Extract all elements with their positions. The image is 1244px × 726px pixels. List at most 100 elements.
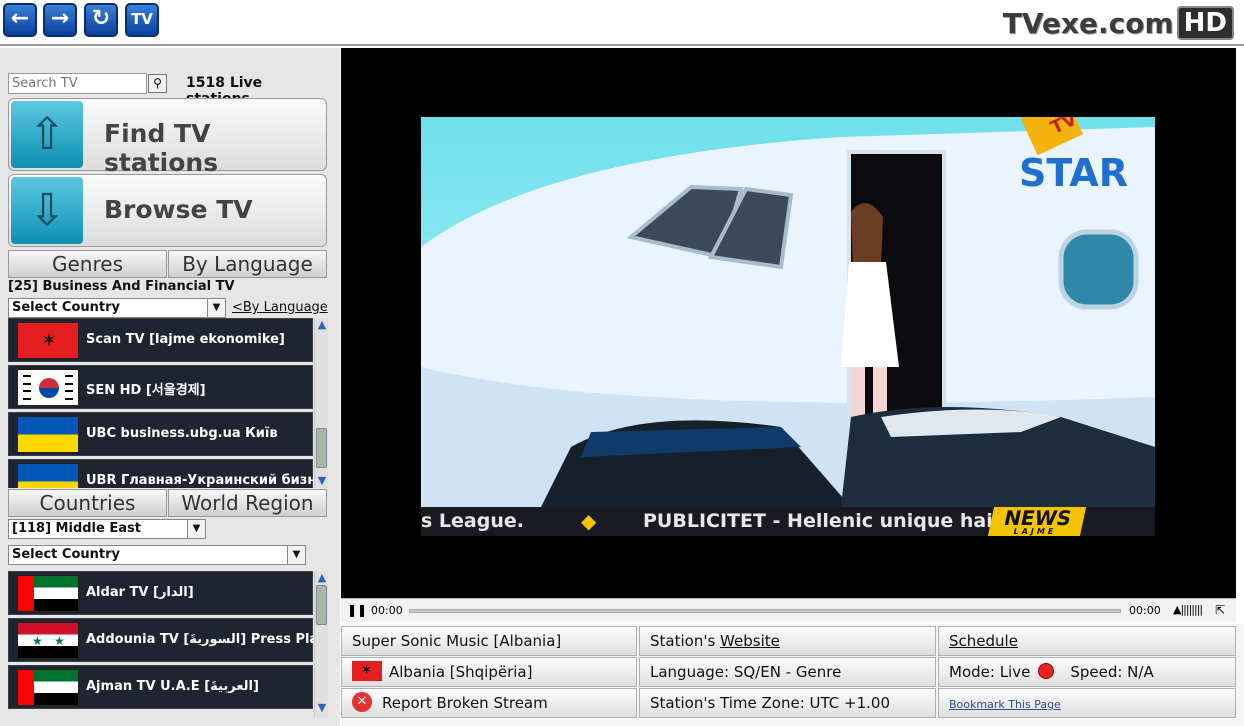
genre-country-select[interactable]: Select Country ▼	[8, 298, 226, 318]
tab-world-region[interactable]: World Region	[168, 489, 327, 517]
report-broken-stream-button[interactable]: ✕ Report Broken Stream	[341, 688, 637, 718]
channel-logo-text: STAR	[1019, 151, 1129, 195]
list-item[interactable]: ✶ Scan TV [lajme ekonomike]	[8, 318, 313, 362]
timezone-cell: Station's Time Zone: UTC +1.00	[639, 688, 936, 718]
station-name: SEN HD [서울경제]	[86, 383, 206, 398]
schedule-cell[interactable]: Schedule	[938, 626, 1236, 656]
fullscreen-icon[interactable]: ⇱	[1215, 603, 1225, 617]
video-player[interactable]: TV STAR s League. ◆ PUBLICITET - Helleni…	[341, 48, 1236, 598]
browse-tv-label: Browse TV	[104, 195, 253, 224]
albania-flag-icon: ✶	[352, 661, 382, 681]
mode-cell: Mode: Live Speed: N/A	[938, 657, 1236, 687]
chevron-down-icon: ▼	[207, 299, 225, 317]
genre-filter-label: [25] Business And Financial TV	[8, 279, 235, 294]
by-language-link[interactable]: <By Language	[232, 300, 328, 315]
left-panel: ⚲ 1518 Live stations ⇧ Find TV stations …	[0, 48, 340, 726]
search-input[interactable]	[8, 73, 147, 94]
news-ticker: s League. ◆ PUBLICITET - Hellenic unique…	[421, 507, 1155, 536]
find-tv-stations-label: Find TV stations	[104, 119, 219, 177]
bookmark-cell[interactable]: Bookmark This Page	[938, 688, 1236, 718]
website-prefix: Station's	[650, 632, 721, 650]
scroll-up-icon[interactable]: ▲	[315, 318, 328, 332]
ticker-text-right: PUBLICITET - Hellenic unique hair	[643, 510, 1003, 532]
volume-icon[interactable]: ▲||||||||	[1173, 603, 1203, 616]
list-item[interactable]: Ajman TV U.A.E [العربيةَ]	[8, 665, 313, 709]
region-list-scrollbar[interactable]: ▲ ▼	[314, 571, 328, 717]
list-item[interactable]: UBR Главная-Украинский бизнес	[8, 459, 328, 488]
site-logo[interactable]: TVexe.com HD	[1003, 5, 1234, 41]
region-country-select-value: Select Country	[12, 547, 120, 562]
search-icon[interactable]: ⚲	[148, 74, 167, 93]
station-name: Addounia TV [السوريةَ] Press Play	[86, 632, 327, 647]
progress-bar[interactable]	[409, 609, 1121, 613]
scroll-down-icon[interactable]: ▼	[315, 474, 328, 488]
station-country-cell: ✶ Albania [Shqipëria]	[341, 657, 637, 687]
station-name-cell: Super Sonic Music [Albania]	[341, 626, 637, 656]
tab-countries[interactable]: Countries	[8, 489, 167, 517]
time-elapsed: 00:00	[371, 604, 403, 617]
tab-genres[interactable]: Genres	[8, 250, 167, 278]
find-tv-stations-button[interactable]: ⇧ Find TV stations	[8, 98, 327, 177]
time-total: 00:00	[1129, 604, 1161, 617]
ukraine-flag-icon	[17, 416, 79, 453]
genre-country-select-value: Select Country	[12, 300, 120, 315]
arrow-down-icon: ⇩	[11, 177, 83, 244]
station-name: UBR Главная-Украинский бизнес	[86, 473, 328, 488]
station-country: Albania [Shqipëria]	[389, 663, 533, 681]
logo-text: TVexe.com	[1002, 6, 1174, 40]
language-cell: Language: SQ/EN - Genre	[639, 657, 936, 687]
tv-icon[interactable]: TV	[125, 3, 159, 37]
scroll-up-icon[interactable]: ▲	[315, 571, 328, 585]
schedule-link[interactable]: Schedule	[949, 632, 1018, 650]
list-item[interactable]: SEN HD [서울경제]	[8, 365, 313, 409]
refresh-icon[interactable]: ↻	[84, 3, 118, 37]
browse-tv-button[interactable]: ⇩ Browse TV	[8, 174, 327, 247]
scroll-thumb[interactable]	[316, 585, 327, 625]
tab-by-language[interactable]: By Language	[168, 250, 327, 278]
uae-flag-icon	[17, 669, 79, 706]
ticker-text-left: s League.	[421, 510, 524, 532]
chevron-down-icon: ▼	[187, 520, 205, 538]
genre-list-scrollbar[interactable]: ▲ ▼	[314, 318, 328, 488]
bookmark-link[interactable]: Bookmark This Page	[949, 698, 1061, 711]
stream-mode: Mode: Live	[949, 663, 1031, 681]
station-website-cell[interactable]: Station's Website	[639, 626, 936, 656]
station-name: UBC business.ubg.ua Київ	[86, 426, 278, 441]
genre-tabs: Genres By Language	[8, 250, 327, 278]
genre-station-list: ✶ Scan TV [lajme ekonomike] SEN HD [서울경제…	[8, 318, 328, 488]
logo-hd-badge: HD	[1176, 6, 1234, 40]
video-frame[interactable]: TV STAR	[421, 117, 1155, 507]
region-select-value: [118] Middle East	[12, 521, 141, 536]
station-name: Scan TV [lajme ekonomike]	[86, 332, 285, 347]
pause-icon[interactable]: ❚❚	[347, 603, 367, 617]
ukraine-flag-icon	[17, 463, 79, 488]
chevron-down-icon: ▼	[287, 546, 305, 564]
stream-speed: Speed: N/A	[1070, 663, 1154, 681]
ticker-logo-icon: ◆	[581, 509, 597, 533]
player-controls: ❚❚ 00:00 00:00 ▲|||||||| ⇱	[341, 598, 1236, 622]
region-station-list: Aldar TV [الدار] ★ ★ Addounia TV [السوري…	[8, 571, 328, 717]
scroll-thumb[interactable]	[316, 428, 327, 468]
list-item[interactable]: ★ ★ Addounia TV [السوريةَ] Press Play	[8, 618, 326, 662]
scroll-down-icon[interactable]: ▼	[315, 701, 328, 715]
region-country-select[interactable]: Select Country ▼	[8, 545, 306, 565]
station-language: Language: SQ/EN - Genre	[650, 663, 842, 681]
uae-flag-icon	[17, 575, 79, 612]
website-link[interactable]: Website	[720, 632, 780, 650]
list-item[interactable]: UBC business.ubg.ua Київ	[8, 412, 313, 456]
region-select[interactable]: [118] Middle East ▼	[8, 519, 206, 539]
syria-flag-icon: ★ ★	[17, 622, 79, 659]
station-info-panel: Super Sonic Music [Albania] Station's We…	[341, 624, 1244, 726]
back-arrow-icon[interactable]: ←	[3, 3, 37, 37]
arrow-up-icon: ⇧	[11, 101, 83, 168]
station-name: Ajman TV U.A.E [العربيةَ]	[86, 679, 259, 694]
station-title: Super Sonic Music [Albania]	[352, 632, 562, 650]
report-label: Report Broken Stream	[382, 694, 548, 712]
close-icon: ✕	[352, 692, 372, 712]
forward-arrow-icon[interactable]: →	[43, 3, 77, 37]
list-item[interactable]: Aldar TV [الدار]	[8, 571, 313, 615]
live-indicator-icon	[1038, 663, 1055, 679]
top-bar: ← → ↻ TV TVexe.com HD	[0, 0, 1244, 46]
tv-icon-label: TV	[131, 10, 153, 28]
albania-flag-icon: ✶	[17, 322, 79, 359]
